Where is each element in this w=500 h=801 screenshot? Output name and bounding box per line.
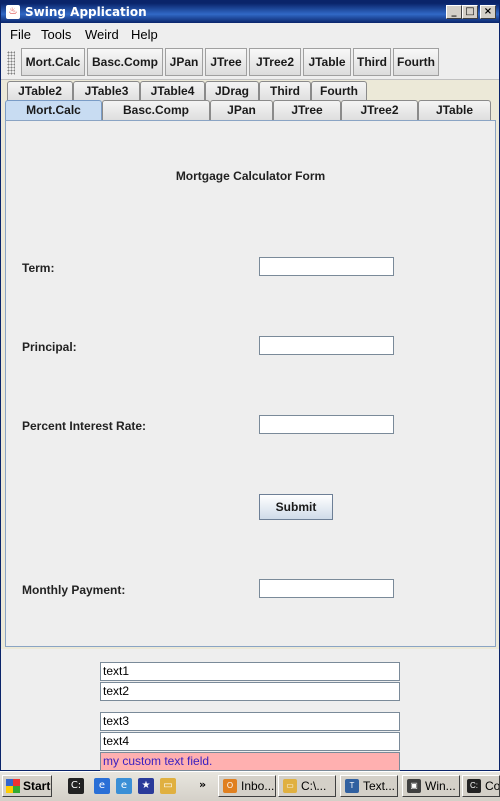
text-editor-icon: T [345, 779, 359, 793]
close-button[interactable]: × [480, 5, 496, 19]
toolbar-button-jtable[interactable]: JTable [303, 48, 351, 76]
taskbar-item-text[interactable]: T Text... [340, 775, 398, 797]
console-icon: C: [467, 779, 481, 793]
task-label: Win... [425, 779, 456, 793]
maximize-button[interactable]: □ [462, 5, 478, 19]
taskbar: Start C: e e ★ ▭ » O Inbo... ▭ C:\... T … [0, 771, 500, 801]
interest-rate-label: Percent Interest Rate: [22, 419, 147, 433]
tab-mort-calc[interactable]: Mort.Calc [5, 100, 102, 120]
windows-logo-icon [6, 779, 20, 793]
toolbar: Mort.Calc Basc.Comp JPan JTree JTree2 JT… [1, 45, 499, 80]
tab-jtable4[interactable]: JTable4 [140, 81, 205, 101]
term-input[interactable] [259, 257, 394, 276]
star-quicklaunch-icon[interactable]: ★ [138, 778, 154, 794]
tab-jpan[interactable]: JPan [210, 100, 273, 120]
title-bar[interactable]: ♨ Swing Application _ □ × [1, 1, 499, 23]
interest-rate-input[interactable] [259, 415, 394, 434]
toolbar-button-basc-comp[interactable]: Basc.Comp [87, 48, 163, 76]
taskbar-item-explorer[interactable]: ▭ C:\... [278, 775, 336, 797]
submit-button[interactable]: Submit [259, 494, 333, 520]
start-label: Start [23, 779, 51, 793]
browser-quicklaunch-icon[interactable]: e [116, 778, 132, 794]
taskbar-item-console[interactable]: C: Co [462, 775, 500, 797]
toolbar-button-mort-calc[interactable]: Mort.Calc [21, 48, 85, 76]
taskbar-item-inbox[interactable]: O Inbo... [218, 775, 276, 797]
tab-jdrag[interactable]: JDrag [205, 81, 259, 101]
toolbar-button-jtree2[interactable]: JTree2 [249, 48, 301, 76]
tab-row-back: JTable2 JTable3 JTable4 JDrag Third Four… [1, 81, 499, 101]
task-label: C:\... [301, 779, 327, 793]
start-button[interactable]: Start [2, 775, 52, 797]
quicklaunch-overflow-chevron[interactable]: » [199, 778, 206, 791]
form-title: Mortgage Calculator Form [175, 169, 326, 183]
tab-jtable3[interactable]: JTable3 [73, 81, 140, 101]
window-title: Swing Application [25, 5, 147, 19]
folder-icon: ▭ [283, 779, 297, 793]
text-field-2[interactable]: text2 [100, 682, 400, 701]
toolbar-button-jtree[interactable]: JTree [205, 48, 247, 76]
toolbar-button-fourth[interactable]: Fourth [393, 48, 439, 76]
text-field-4[interactable]: text4 [100, 732, 400, 751]
tab-jtree2[interactable]: JTree2 [341, 100, 418, 120]
toolbar-grip-handle[interactable] [7, 51, 15, 75]
taskbar-item-win[interactable]: ▣ Win... [402, 775, 460, 797]
menu-file[interactable]: File [10, 27, 31, 42]
custom-text-field[interactable]: my custom text field. [100, 752, 400, 771]
task-label: Inbo... [241, 779, 275, 793]
folder-quicklaunch-icon[interactable]: ▭ [160, 778, 176, 794]
text-fields-area: text1 text2 text3 text4 my custom text f… [1, 649, 499, 771]
cmd-quicklaunch-icon[interactable]: C: [68, 778, 84, 794]
task-label: Co [485, 779, 500, 793]
tab-fourth[interactable]: Fourth [311, 81, 367, 101]
mortgage-calculator-panel: Mortgage Calculator Form Term: Principal… [5, 120, 496, 647]
ie-quicklaunch-icon[interactable]: e [94, 778, 110, 794]
principal-label: Principal: [22, 340, 77, 354]
window-icon: ▣ [407, 779, 421, 793]
tab-basc-comp[interactable]: Basc.Comp [102, 100, 210, 120]
task-label: Text... [363, 779, 396, 793]
menu-help[interactable]: Help [131, 27, 158, 42]
tab-jtree[interactable]: JTree [273, 100, 341, 120]
tab-row-front: Mort.Calc Basc.Comp JPan JTree JTree2 JT… [1, 100, 499, 120]
java-icon: ♨ [6, 5, 20, 19]
principal-input[interactable] [259, 336, 394, 355]
monthly-payment-input[interactable] [259, 579, 394, 598]
menu-bar: File Tools Weird Help [1, 23, 499, 45]
term-label: Term: [22, 261, 55, 275]
tab-jtable[interactable]: JTable [418, 100, 491, 120]
tab-jtable2[interactable]: JTable2 [7, 81, 73, 101]
toolbar-button-jpan[interactable]: JPan [165, 48, 203, 76]
app-window: ♨ Swing Application _ □ × File Tools Wei… [0, 0, 500, 771]
menu-tools[interactable]: Tools [41, 27, 71, 42]
toolbar-button-third[interactable]: Third [353, 48, 391, 76]
tab-third[interactable]: Third [259, 81, 311, 101]
monthly-payment-label: Monthly Payment: [22, 583, 126, 597]
menu-weird[interactable]: Weird [85, 27, 119, 42]
outlook-icon: O [223, 779, 237, 793]
text-field-3[interactable]: text3 [100, 712, 400, 731]
text-field-1[interactable]: text1 [100, 662, 400, 681]
minimize-button[interactable]: _ [446, 5, 462, 19]
